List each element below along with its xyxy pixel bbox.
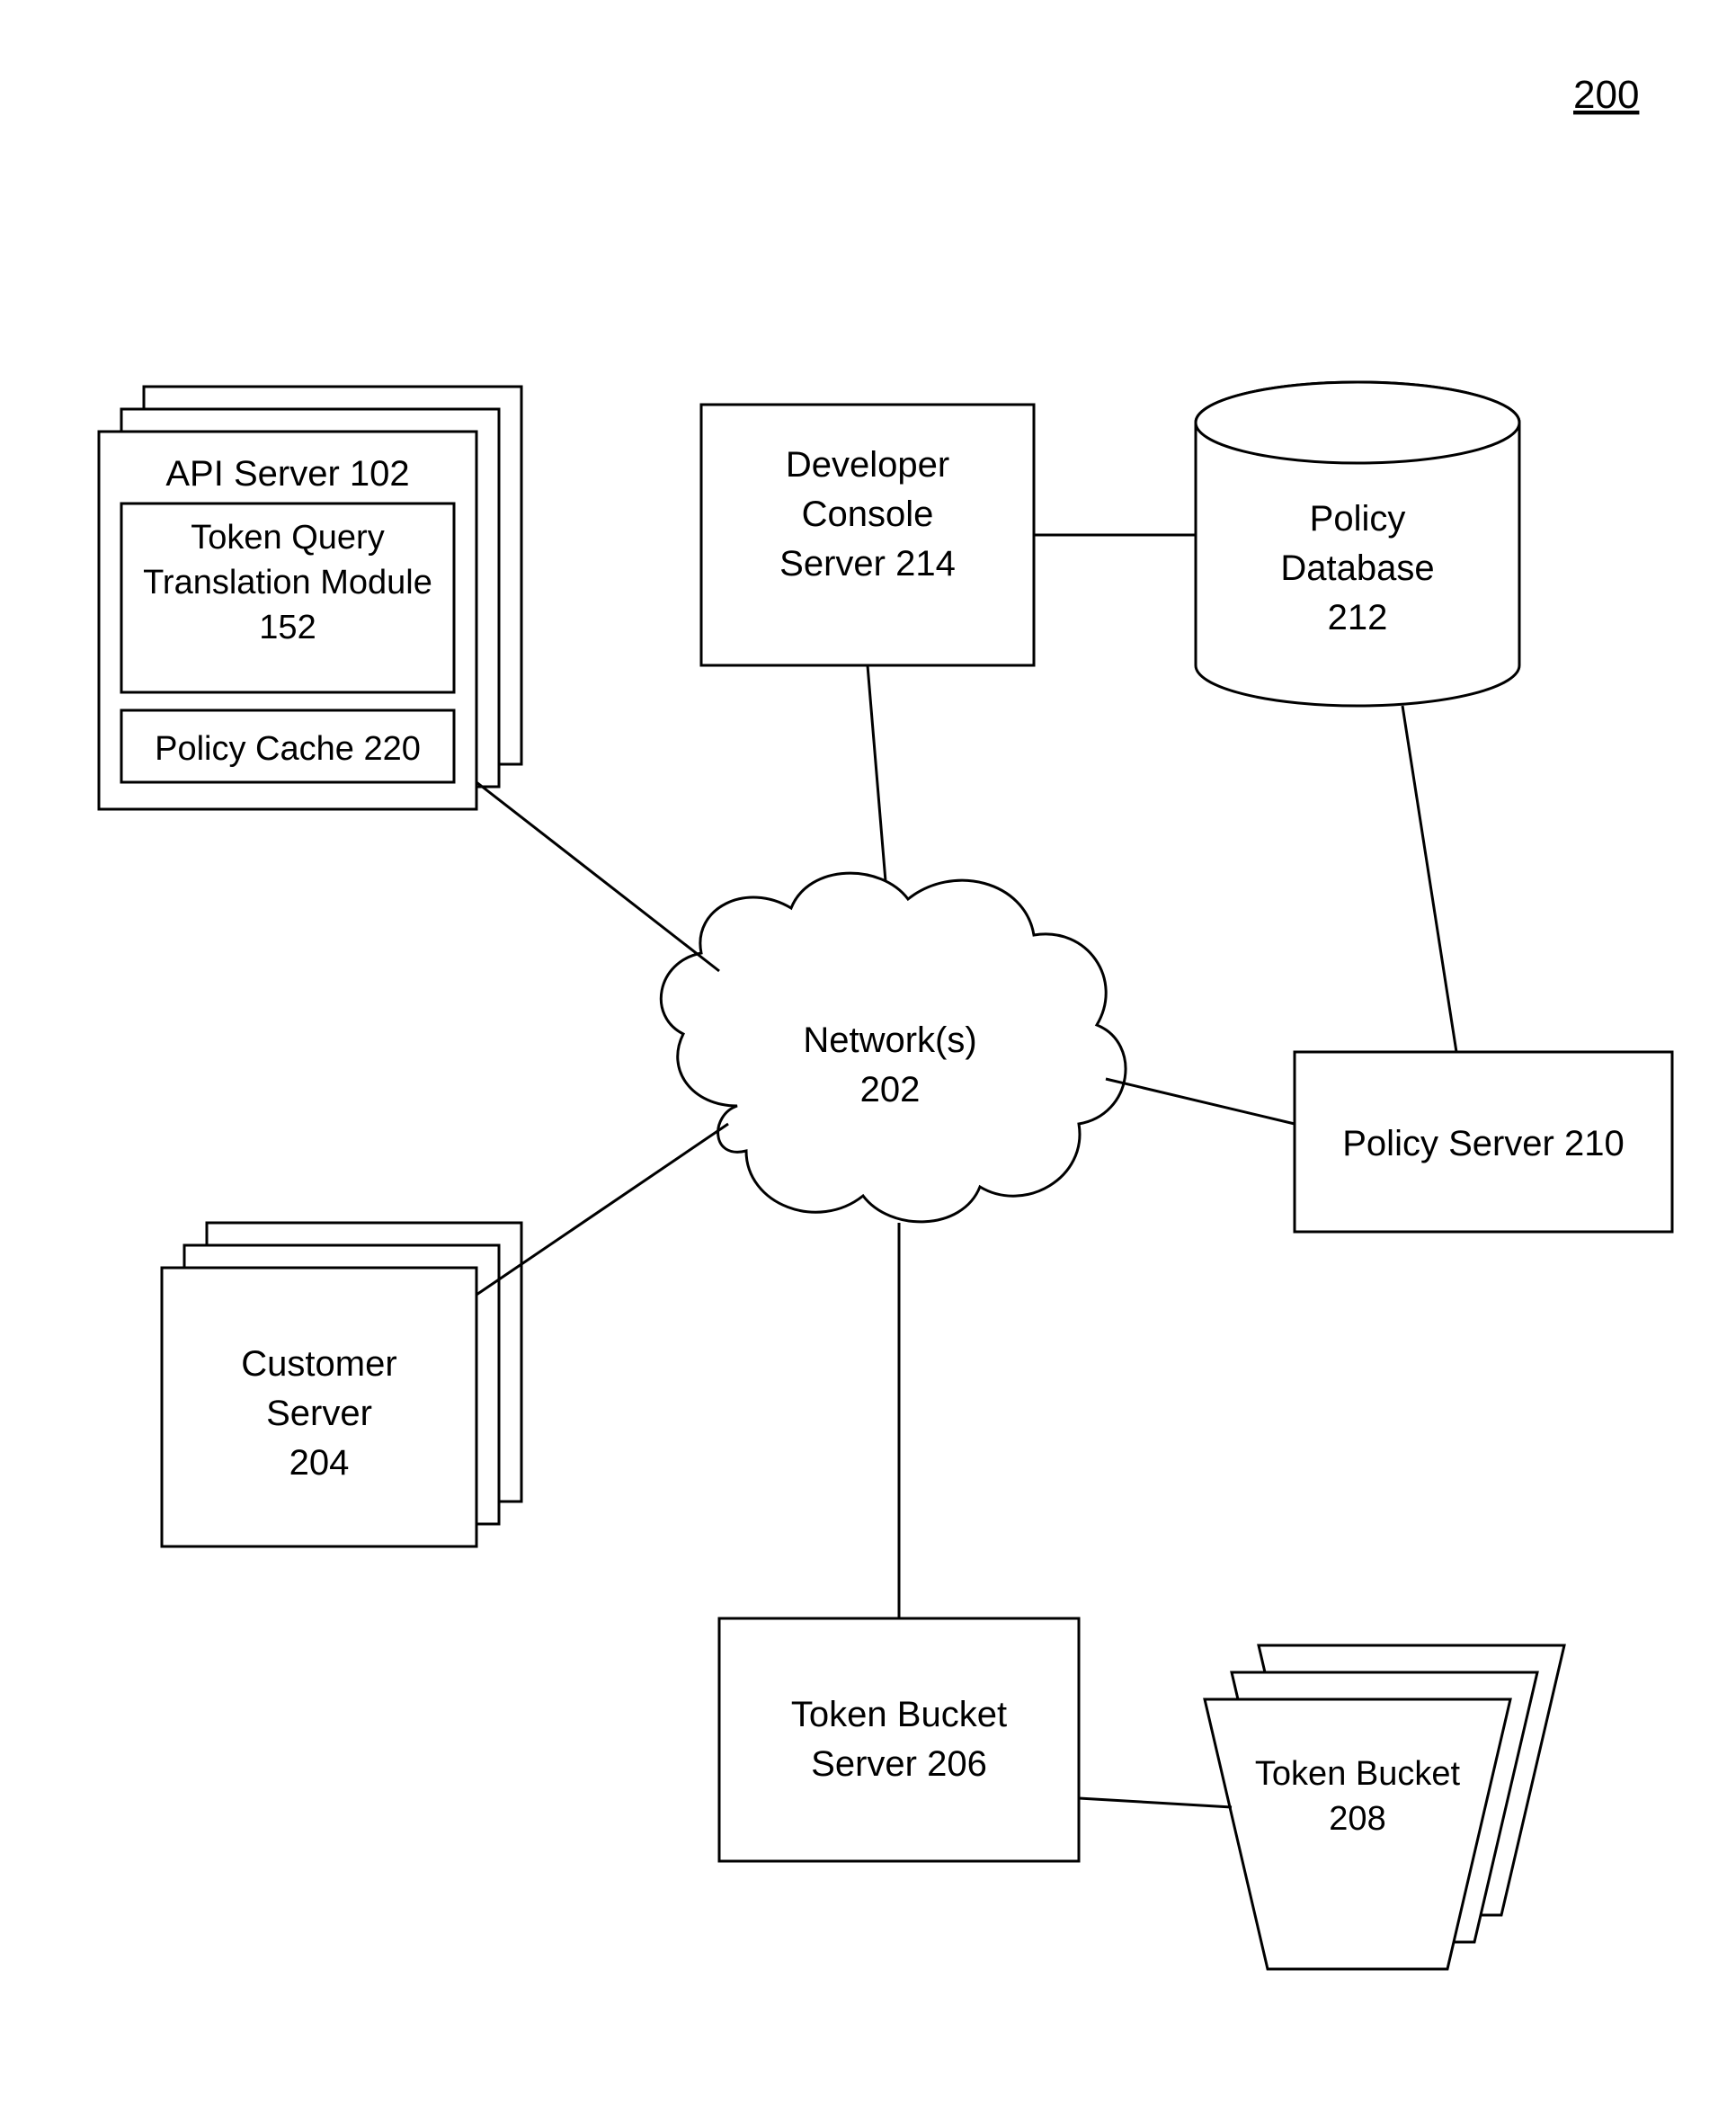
- network-cloud: Network(s) 202: [661, 873, 1126, 1222]
- customer-server-line2: Server: [266, 1394, 372, 1433]
- network-line1: Network(s): [803, 1020, 976, 1060]
- dev-console-line2: Console: [802, 495, 934, 534]
- customer-server-stack: Customer Server 204: [162, 1223, 521, 1546]
- tbs-line1: Token Bucket: [791, 1695, 1007, 1734]
- token-query-line1: Token Query: [191, 519, 384, 557]
- token-bucket-line1: Token Bucket: [1255, 1755, 1461, 1793]
- policy-db-line3: 212: [1328, 598, 1388, 637]
- policy-db-line1: Policy: [1310, 499, 1406, 539]
- policy-server-label: Policy Server 210: [1342, 1124, 1624, 1163]
- network-line2: 202: [860, 1070, 921, 1109]
- policy-server-box: Policy Server 210: [1295, 1052, 1672, 1232]
- policy-db-line2: Database: [1280, 548, 1434, 588]
- policy-database: Policy Database 212: [1196, 382, 1519, 706]
- token-query-line3: 152: [259, 609, 316, 646]
- token-query-line2: Translation Module: [143, 564, 432, 601]
- customer-server-line1: Customer: [241, 1344, 396, 1384]
- token-bucket-line2: 208: [1329, 1800, 1385, 1838]
- policy-cache-label: Policy Cache 220: [155, 730, 421, 768]
- tbs-line2: Server 206: [811, 1744, 987, 1784]
- developer-console-box: Developer Console Server 214: [701, 405, 1034, 665]
- diagram-canvas: 200 API Server 102 Token Query Translati…: [0, 0, 1736, 2103]
- token-bucket-stack: Token Bucket 208: [1205, 1645, 1564, 1969]
- customer-server-line3: 204: [289, 1443, 350, 1483]
- dev-console-line3: Server 214: [779, 544, 956, 584]
- dev-console-line1: Developer: [786, 445, 949, 485]
- api-server-stack: API Server 102 Token Query Translation M…: [99, 387, 521, 809]
- token-bucket-server-box: Token Bucket Server 206: [719, 1618, 1079, 1861]
- figure-number: 200: [1573, 73, 1639, 117]
- api-server-title: API Server 102: [165, 454, 409, 494]
